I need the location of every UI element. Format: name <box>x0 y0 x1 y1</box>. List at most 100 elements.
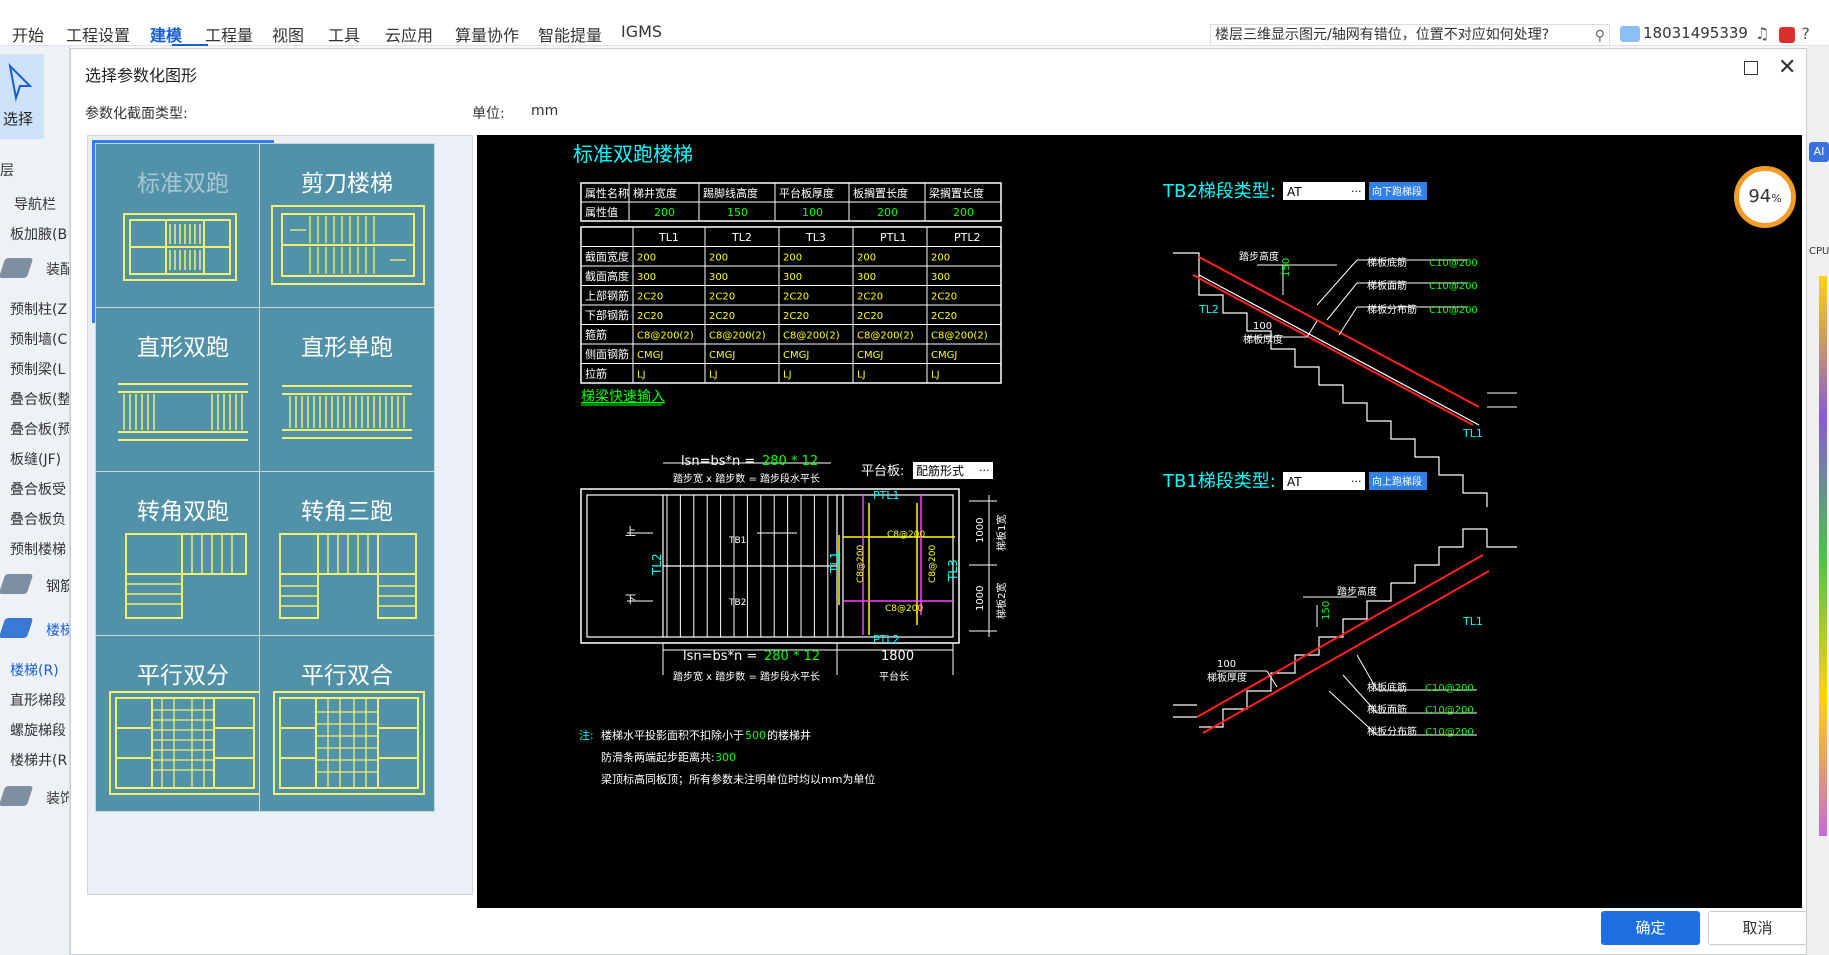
ok-button[interactable]: 确定 <box>1601 911 1700 945</box>
shape-scissor-stair[interactable]: 剪刀楼梯 <box>259 143 435 320</box>
shape-straight-double-run[interactable]: 直形双跑 <box>95 307 271 484</box>
table2-row-label: 截面高度 <box>585 269 629 283</box>
table2-cell[interactable]: 2C20 <box>931 311 957 322</box>
left-item-precast-beam[interactable]: 预制梁(L <box>10 359 65 379</box>
table2-cell[interactable]: CMGJ <box>857 350 883 361</box>
table2-cell[interactable]: 200 <box>783 253 802 264</box>
menu-smart[interactable]: 智能提量 <box>538 22 602 46</box>
table2-cell[interactable]: CMGJ <box>783 350 809 361</box>
table2-cell[interactable]: LJ <box>637 370 646 381</box>
table2-cell[interactable]: 200 <box>857 253 876 264</box>
table2-cell[interactable]: LJ <box>931 370 940 381</box>
close-icon[interactable]: ✕ <box>1778 55 1796 80</box>
left-item-straight-flight[interactable]: 直形梯段 <box>10 690 66 710</box>
table2-cell[interactable]: C8@200(2) <box>857 331 914 342</box>
table2-cell[interactable]: 200 <box>709 253 728 264</box>
shape-straight-single-run[interactable]: 直形单跑 <box>259 307 435 484</box>
table2-cell[interactable]: 2C20 <box>857 292 883 303</box>
left-item-precast-stair[interactable]: 预制楼梯 <box>10 539 66 559</box>
tb1-rebar-top-value: C10@200 <box>1425 705 1474 716</box>
left-item-composite-slab-3[interactable]: 叠合板受 <box>10 479 66 499</box>
menu-modeling[interactable]: 建模 <box>150 22 182 46</box>
left-item-rebar[interactable]: 钢筋 <box>46 576 69 596</box>
table2-cell[interactable]: 2C20 <box>857 311 883 322</box>
tb1-type-value: AT <box>1287 475 1302 489</box>
table2-cell[interactable]: LJ <box>783 370 792 381</box>
menu-igms[interactable]: IGMS <box>621 22 662 41</box>
notification-icon[interactable] <box>1779 26 1796 43</box>
left-item-floor[interactable]: 层 <box>0 160 14 180</box>
menu-tools[interactable]: 工具 <box>328 22 360 46</box>
table2-cell[interactable]: 2C20 <box>637 311 663 322</box>
left-item-precast-column[interactable]: 预制柱(Z <box>10 299 67 319</box>
tb2-tl1-label: TL1 <box>1462 427 1483 440</box>
table2-cell[interactable]: 300 <box>637 272 656 283</box>
table2-cell[interactable]: CMGJ <box>709 350 735 361</box>
table2-cell[interactable]: C8@200(2) <box>709 331 766 342</box>
beam-quick-input-link[interactable]: 梯梁快速输入 <box>581 389 665 405</box>
menu-project-settings[interactable]: 工程设置 <box>66 22 130 46</box>
shape-corner-triple-run[interactable]: 转角三跑 <box>259 471 435 648</box>
left-item-stair-r[interactable]: 楼梯(R) <box>10 660 59 680</box>
left-item-composite-slab-2[interactable]: 叠合板(预 <box>10 419 69 439</box>
help-search-text: 楼层三维显示图元/轴网有错位，位置不对应如何处理? <box>1215 27 1550 43</box>
left-item-stair-well[interactable]: 楼梯井(R <box>10 750 67 770</box>
table2-cell[interactable]: 2C20 <box>709 292 735 303</box>
shape-parallel-merge[interactable]: 平行双合 <box>259 635 435 812</box>
shape-standard-double-run[interactable]: 标准双跑 <box>92 140 274 323</box>
left-item-stairs[interactable]: 楼梯 <box>46 620 69 640</box>
cancel-button[interactable]: 取消 <box>1708 911 1807 945</box>
left-item-spiral-flight[interactable]: 螺旋梯段 <box>10 720 66 740</box>
table2-cell[interactable]: 2C20 <box>783 311 809 322</box>
table2-cell[interactable]: LJ <box>857 370 866 381</box>
cpu-gauge[interactable]: 94% <box>1734 166 1796 228</box>
table2-cell[interactable]: 200 <box>637 253 656 264</box>
search-icon[interactable]: ⚲ <box>1595 26 1605 46</box>
tb1-up-button[interactable]: 向上跑梯段 <box>1369 472 1427 490</box>
headset-icon[interactable]: ♫ <box>1755 24 1769 43</box>
ai-assistant-button[interactable]: AI <box>1809 142 1829 162</box>
table2-cell[interactable]: 200 <box>931 253 950 264</box>
left-item-precast-wall[interactable]: 预制墙(C <box>10 329 67 349</box>
left-item-haunch[interactable]: 板加腋(B <box>10 224 67 244</box>
table2-cell[interactable]: C8@200(2) <box>783 331 840 342</box>
left-item-decoration[interactable]: 装饰 <box>46 788 69 808</box>
menu-quantity[interactable]: 工程量 <box>205 22 253 46</box>
shape-corner-double-run[interactable]: 转角双跑 <box>95 471 271 648</box>
table2-cell[interactable]: CMGJ <box>931 350 957 361</box>
table2-cell[interactable]: CMGJ <box>637 350 663 361</box>
table2-cell[interactable]: 300 <box>931 272 950 283</box>
left-item-navbar[interactable]: 导航栏 <box>14 194 56 214</box>
left-item-composite-slab-1[interactable]: 叠合板(整 <box>10 389 69 409</box>
help-icon[interactable]: ? <box>1801 24 1810 43</box>
platform-label: 平台板: <box>861 464 904 479</box>
table2-cell[interactable]: C8@200(2) <box>637 331 694 342</box>
menu-collab[interactable]: 算量协作 <box>455 22 519 46</box>
user-account[interactable]: 18031495339 <box>1620 24 1748 42</box>
select-tool-button[interactable]: 选择 <box>0 54 44 139</box>
table2-cell[interactable]: C8@200(2) <box>931 331 988 342</box>
left-item-composite-slab-4[interactable]: 叠合板负 <box>10 509 66 529</box>
left-item-slab-joint[interactable]: 板缝(JF) <box>10 449 61 469</box>
tb2-down-button[interactable]: 向下跑梯段 <box>1369 182 1427 200</box>
table2-cell[interactable]: 2C20 <box>931 292 957 303</box>
platform-select[interactable]: 配筋形式 ··· <box>913 462 993 479</box>
table2-cell[interactable]: LJ <box>709 370 718 381</box>
table2-cell[interactable]: 2C20 <box>709 311 735 322</box>
tb1-type-select[interactable]: AT ··· <box>1283 472 1365 490</box>
tb2-type-select[interactable]: AT ··· <box>1283 182 1365 200</box>
table2-cell[interactable]: 300 <box>857 272 876 283</box>
menu-view[interactable]: 视图 <box>272 22 304 46</box>
menu-cloud[interactable]: 云应用 <box>385 22 433 46</box>
table2-cell[interactable]: 2C20 <box>637 292 663 303</box>
menu-start[interactable]: 开始 <box>12 22 44 46</box>
help-search-input[interactable]: 楼层三维显示图元/轴网有错位，位置不对应如何处理? ⚲ <box>1210 24 1610 46</box>
table2-cell[interactable]: 300 <box>783 272 802 283</box>
table2-cell[interactable]: 2C20 <box>783 292 809 303</box>
table2-cell[interactable]: 300 <box>709 272 728 283</box>
maximize-icon[interactable] <box>1744 61 1758 75</box>
shape-parallel-split[interactable]: 平行双分 <box>95 635 271 812</box>
left-item-assembly[interactable]: 装配 <box>46 259 69 279</box>
platform-select-value: 配筋形式 <box>916 463 964 478</box>
shape-name: 标准双跑 <box>137 171 229 197</box>
